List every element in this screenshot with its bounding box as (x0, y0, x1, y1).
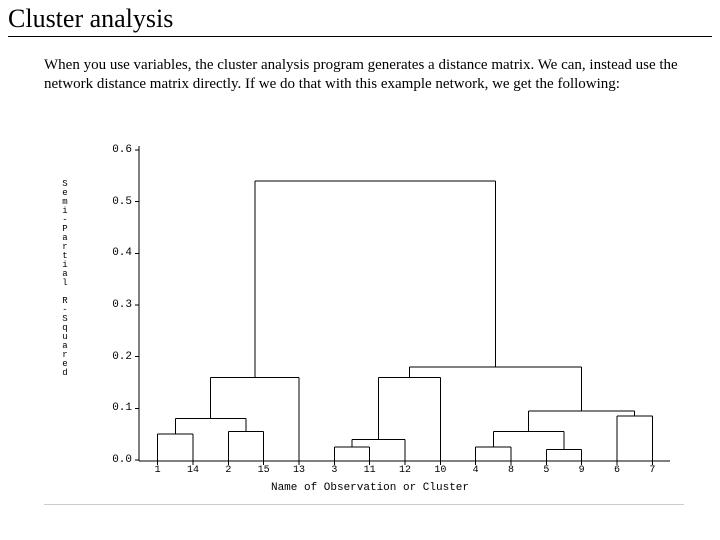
y-tick-label: 0.1 (112, 402, 132, 414)
bottom-divider (44, 504, 684, 505)
x-tick-label: 15 (258, 465, 270, 476)
x-tick-label: 3 (331, 465, 337, 476)
x-tick-label: 10 (434, 465, 446, 476)
x-tick-label: 2 (225, 465, 231, 476)
title-underline (8, 36, 712, 37)
description-paragraph: When you use variables, the cluster anal… (44, 56, 684, 94)
x-tick-label: 4 (473, 465, 479, 476)
x-tick-label: 12 (399, 465, 411, 476)
x-tick-label: 11 (364, 465, 376, 476)
x-tick-label: 14 (187, 465, 199, 476)
dendrogram-svg (60, 140, 680, 480)
y-axis-label-char: d (60, 369, 70, 378)
x-tick-label: 9 (579, 465, 585, 476)
x-tick-label: 13 (293, 465, 305, 476)
page-title: Cluster analysis (8, 4, 173, 34)
x-tick-label: 5 (543, 465, 549, 476)
x-tick-label: 7 (649, 465, 655, 476)
y-tick-label: 0.4 (112, 247, 132, 259)
slide-page: Cluster analysis When you use variables,… (0, 0, 720, 540)
y-tick-label: 0.6 (112, 144, 132, 156)
y-tick-label: 0.5 (112, 196, 132, 208)
y-tick-label: 0.3 (112, 299, 132, 311)
x-axis-label: Name of Observation or Cluster (60, 482, 680, 494)
x-tick-label: 6 (614, 465, 620, 476)
y-axis-label: Semi-Partial R-Squared (60, 180, 70, 378)
x-tick-label: 8 (508, 465, 514, 476)
y-tick-label: 0.2 (112, 351, 132, 363)
y-tick-label: 0.0 (112, 454, 132, 466)
x-tick-label: 1 (155, 465, 161, 476)
dendrogram-chart: Semi-Partial R-Squared 0.0 0.1 0.2 0.3 0.4 0.… (60, 140, 680, 500)
